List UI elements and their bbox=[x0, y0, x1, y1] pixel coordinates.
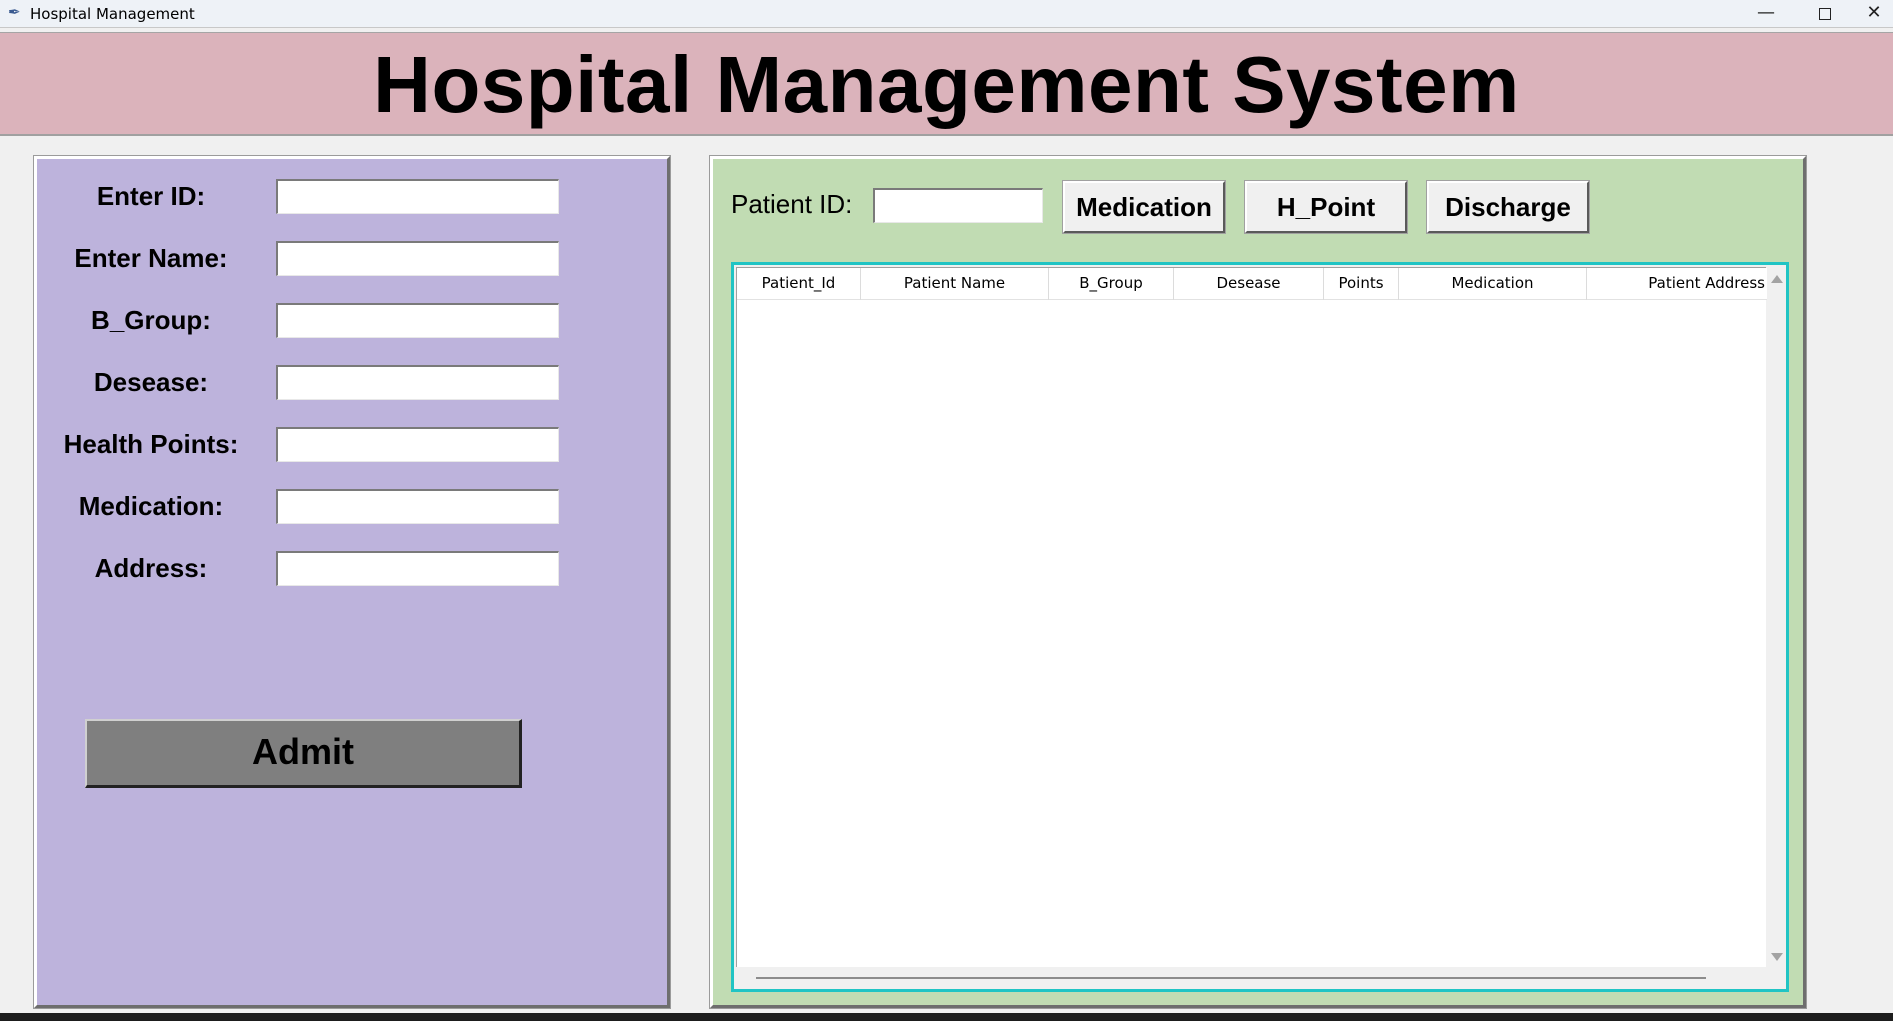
address-input[interactable] bbox=[276, 551, 559, 586]
maximize-icon bbox=[1819, 8, 1831, 20]
medication-input[interactable] bbox=[276, 489, 559, 524]
vertical-scrollbar[interactable] bbox=[1768, 267, 1786, 967]
field-row-id: Enter ID: bbox=[37, 176, 667, 216]
address-label: Address: bbox=[94, 553, 208, 583]
scrollbar-track[interactable] bbox=[756, 977, 1706, 979]
horizontal-scrollbar[interactable] bbox=[736, 969, 1766, 987]
medication-label: Medication: bbox=[78, 491, 224, 521]
patient-table-frame: Patient_Id Patient Name B_Group Desease … bbox=[731, 262, 1789, 992]
field-row-medication: Medication: bbox=[37, 486, 667, 526]
column-header-blood-group[interactable]: B_Group bbox=[1049, 268, 1174, 300]
field-row-name: Enter Name: bbox=[37, 238, 667, 278]
blood-group-input[interactable] bbox=[276, 303, 559, 338]
discharge-button[interactable]: Discharge bbox=[1426, 180, 1590, 234]
health-point-button[interactable]: H_Point bbox=[1244, 180, 1408, 234]
admit-button[interactable]: Admit bbox=[85, 719, 522, 788]
health-points-label: Health Points: bbox=[63, 429, 239, 459]
field-row-blood-group: B_Group: bbox=[37, 300, 667, 340]
close-button[interactable]: ✕ bbox=[1855, 0, 1893, 28]
patient-form-panel: Enter ID: Enter Name: B_Group: Desease: … bbox=[33, 155, 671, 1009]
scroll-up-arrow-icon[interactable] bbox=[1771, 275, 1783, 283]
column-header-disease[interactable]: Desease bbox=[1174, 268, 1324, 300]
health-points-input[interactable] bbox=[276, 427, 559, 462]
medication-button[interactable]: Medication bbox=[1062, 180, 1226, 234]
taskbar-edge bbox=[0, 1013, 1893, 1021]
blood-group-label: B_Group: bbox=[91, 305, 211, 335]
column-header-patient-name[interactable]: Patient Name bbox=[861, 268, 1049, 300]
feather-icon: ✒ bbox=[8, 4, 21, 21]
column-header-medication[interactable]: Medication bbox=[1399, 268, 1587, 300]
minimize-button[interactable]: — bbox=[1737, 0, 1795, 28]
disease-input[interactable] bbox=[276, 365, 559, 400]
name-input[interactable] bbox=[276, 241, 559, 276]
id-input[interactable] bbox=[276, 179, 559, 214]
column-header-patient-address[interactable]: Patient Address bbox=[1587, 268, 1767, 300]
field-row-address: Address: bbox=[37, 548, 667, 588]
patient-id-input[interactable] bbox=[873, 188, 1043, 223]
patient-id-label: Patient ID: bbox=[731, 189, 853, 219]
patient-records-panel: Patient ID: Medication H_Point Discharge… bbox=[709, 155, 1807, 1009]
field-row-disease: Desease: bbox=[37, 362, 667, 402]
field-row-health-points: Health Points: bbox=[37, 424, 667, 464]
disease-label: Desease: bbox=[93, 367, 209, 397]
name-label: Enter Name: bbox=[74, 243, 228, 273]
column-header-points[interactable]: Points bbox=[1324, 268, 1399, 300]
table-header: Patient_Id Patient Name B_Group Desease … bbox=[737, 268, 1767, 300]
window-title: Hospital Management bbox=[30, 5, 195, 23]
window-title-bar: ✒ Hospital Management — ✕ bbox=[0, 0, 1893, 28]
column-header-patient-id[interactable]: Patient_Id bbox=[737, 268, 861, 300]
id-label: Enter ID: bbox=[96, 181, 206, 211]
maximize-button[interactable] bbox=[1796, 0, 1854, 28]
scroll-down-arrow-icon[interactable] bbox=[1771, 953, 1783, 961]
page-title: Hospital Management System bbox=[373, 40, 1520, 129]
header-banner: Hospital Management System bbox=[0, 32, 1893, 136]
patient-table[interactable]: Patient_Id Patient Name B_Group Desease … bbox=[736, 267, 1767, 967]
